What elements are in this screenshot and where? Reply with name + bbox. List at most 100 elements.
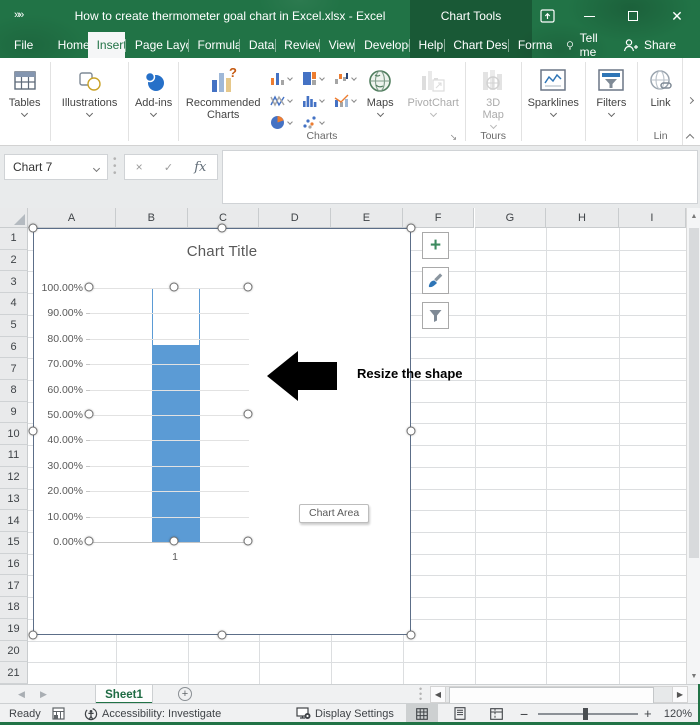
display-settings-button[interactable]: Display Settings	[315, 704, 394, 723]
pivotchart-button[interactable]: PivotChart	[404, 63, 462, 118]
sheet-nav-left-icon[interactable]: ◀	[18, 689, 25, 700]
formula-input[interactable]	[222, 150, 698, 204]
zoom-out-button[interactable]: −	[520, 704, 528, 723]
tab-help[interactable]: Help	[410, 32, 444, 58]
scroll-down-icon[interactable]: ▼	[688, 668, 700, 684]
collapse-ribbon-icon[interactable]	[685, 133, 695, 143]
vertical-scroll-thumb[interactable]	[689, 228, 699, 558]
resize-handle[interactable]	[406, 630, 416, 640]
maps-button[interactable]: Maps	[360, 63, 400, 118]
chart-elements-button[interactable]: +	[422, 232, 449, 259]
plot-resize-handle[interactable]	[84, 409, 94, 419]
tab-home[interactable]: Home	[49, 32, 88, 58]
zoom-level[interactable]: 120%	[660, 704, 692, 723]
column-header-B[interactable]: B	[116, 208, 188, 228]
filters-button[interactable]: Filters	[593, 63, 629, 118]
insert-column-chart-button[interactable]	[270, 71, 294, 86]
sheet-nav-right-icon[interactable]: ▶	[40, 689, 47, 700]
plot-area[interactable]: 0.00% 10.00% 20.00% 30.00% 40.00% 50.00% 60.00…	[42, 282, 249, 548]
row-header-18[interactable]: 18	[0, 597, 28, 619]
scroll-right-icon[interactable]: ▶	[672, 686, 688, 703]
insert-statistic-chart-button[interactable]	[302, 93, 326, 108]
insert-scatter-chart-button[interactable]	[302, 115, 326, 130]
vertical-scrollbar[interactable]: ▲ ▼	[686, 208, 700, 684]
insert-function-button[interactable]: fx	[194, 160, 206, 175]
new-sheet-button[interactable]: +	[178, 687, 192, 701]
share-button[interactable]: Share	[613, 32, 686, 58]
tab-format[interactable]: Format	[509, 32, 552, 58]
plot-resize-handle[interactable]	[84, 282, 94, 292]
chart-title[interactable]: Chart Title	[34, 243, 410, 260]
insert-line-chart-button[interactable]	[270, 93, 294, 108]
close-button[interactable]: ✕	[660, 0, 694, 32]
normal-view-button[interactable]	[406, 704, 438, 723]
select-all-corner[interactable]	[0, 208, 28, 228]
plot-resize-handle[interactable]	[243, 282, 253, 292]
row-header-19[interactable]: 19	[0, 618, 28, 641]
plot-resize-handle[interactable]	[169, 536, 179, 546]
ribbon-scroll-right-icon[interactable]	[687, 96, 695, 105]
tab-bar-splitter[interactable]: • • •	[419, 685, 422, 704]
resize-handle[interactable]	[28, 223, 38, 233]
add-ins-button[interactable]: Add-ins	[132, 63, 175, 118]
maximize-button[interactable]	[616, 0, 650, 32]
sparklines-button[interactable]: Sparklines	[525, 63, 582, 118]
macro-record-icon[interactable]	[52, 704, 65, 723]
resize-handle[interactable]	[406, 223, 416, 233]
scroll-left-icon[interactable]: ◀	[430, 686, 446, 703]
column-header-A[interactable]: A	[28, 208, 116, 228]
sheet-tab-sheet1[interactable]: Sheet1	[95, 685, 153, 704]
horizontal-scroll-thumb[interactable]	[449, 687, 654, 704]
plot-resize-handle[interactable]	[84, 536, 94, 546]
row-header-16[interactable]: 16	[0, 553, 28, 576]
insert-hierarchy-chart-button[interactable]	[302, 71, 326, 86]
tab-developer[interactable]: Developer	[355, 32, 409, 58]
resize-handle[interactable]	[28, 426, 38, 436]
page-layout-view-button[interactable]	[444, 704, 476, 723]
tab-data[interactable]: Data	[240, 32, 275, 58]
page-break-view-button[interactable]	[480, 704, 512, 723]
resize-handle[interactable]	[217, 630, 227, 640]
link-button[interactable]: Link	[645, 63, 677, 111]
column-header-D[interactable]: D	[259, 208, 332, 228]
formula-bar-splitter[interactable]: • • •	[113, 155, 117, 179]
row-header-1[interactable]: 1	[0, 228, 28, 250]
quick-access-toolbar-icon[interactable]: »»	[14, 9, 24, 21]
insert-combo-chart-button[interactable]	[334, 93, 358, 108]
plot-resize-handle[interactable]	[243, 536, 253, 546]
resize-handle[interactable]	[406, 426, 416, 436]
charts-dialog-launcher[interactable]: ↘	[450, 132, 462, 144]
resize-handle[interactable]	[28, 630, 38, 640]
confirm-entry-button[interactable]: ✓	[164, 161, 173, 174]
name-box[interactable]: Chart 7	[4, 154, 108, 180]
illustrations-button[interactable]: Illustrations	[59, 63, 121, 118]
minimize-button[interactable]	[572, 0, 606, 32]
accessibility-status[interactable]: Accessibility: Investigate	[102, 704, 221, 723]
column-header-G[interactable]: G	[474, 208, 547, 228]
3d-map-button[interactable]: 3D Map	[473, 63, 513, 130]
column-header-E[interactable]: E	[331, 208, 403, 228]
zoom-slider-track[interactable]	[538, 713, 638, 715]
plot-resize-handle[interactable]	[243, 409, 253, 419]
tables-button[interactable]: Tables	[6, 63, 44, 118]
column-header-H[interactable]: H	[546, 208, 619, 228]
chart-styles-button[interactable]	[422, 267, 449, 294]
ribbon-display-options-button[interactable]	[530, 0, 564, 32]
tab-formulas[interactable]: Formulas	[189, 32, 240, 58]
tab-chart-design[interactable]: Chart Design	[444, 32, 508, 58]
zoom-slider-thumb[interactable]	[583, 707, 588, 720]
row-header-17[interactable]: 17	[0, 575, 28, 598]
tab-view[interactable]: View	[320, 32, 355, 58]
resize-handle[interactable]	[217, 223, 227, 233]
row-header-21[interactable]: 21	[0, 662, 28, 684]
row-header-2[interactable]: 2	[0, 249, 28, 272]
chart-filters-button[interactable]	[422, 302, 449, 329]
insert-waterfall-chart-button[interactable]	[334, 71, 358, 86]
tab-page-layout[interactable]: Page Layout	[126, 32, 188, 58]
tab-file[interactable]: File	[0, 32, 41, 58]
row-header-20[interactable]: 20	[0, 640, 28, 663]
tab-insert[interactable]: Insert	[87, 32, 126, 58]
zoom-in-button[interactable]: +	[644, 704, 652, 723]
horizontal-scroll-track[interactable]	[446, 686, 672, 704]
tab-review[interactable]: Review	[275, 32, 319, 58]
